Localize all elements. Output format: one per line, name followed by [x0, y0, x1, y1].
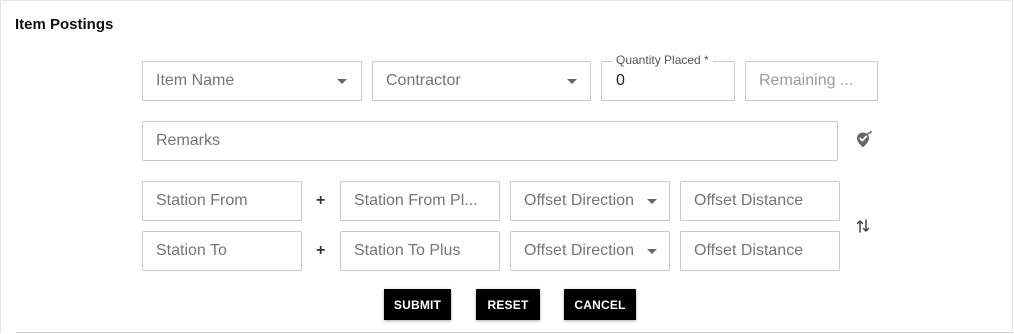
chevron-down-icon: [567, 79, 577, 84]
station-to-input[interactable]: Station To: [142, 231, 302, 271]
station-to-placeholder: Station To: [156, 242, 227, 259]
station-from-plus-input[interactable]: Station From Pl...: [340, 181, 500, 221]
offset-direction-from-placeholder: Offset Direction: [524, 192, 634, 209]
submit-button[interactable]: SUBMIT: [384, 289, 451, 320]
offset-distance-to-placeholder: Offset Distance: [694, 242, 804, 259]
item-name-placeholder: Item Name: [156, 72, 235, 89]
station-from-plus-placeholder: Station From Pl...: [354, 192, 478, 209]
station-to-plus-input[interactable]: Station To Plus: [340, 231, 500, 271]
item-postings-panel: [0, 0, 1013, 333]
quantity-placed-field[interactable]: Quantity Placed * 0: [601, 53, 735, 101]
plus-symbol: +: [316, 192, 326, 209]
remarks-input[interactable]: Remarks: [142, 121, 838, 161]
chevron-down-icon: [647, 199, 657, 204]
plus-symbol: +: [316, 242, 326, 259]
station-from-input[interactable]: Station From: [142, 181, 302, 221]
remarks-placeholder: Remarks: [156, 132, 221, 149]
quantity-placed-label: Quantity Placed *: [612, 53, 713, 67]
contractor-placeholder: Contractor: [386, 72, 461, 89]
offset-direction-from-select[interactable]: Offset Direction: [510, 181, 670, 221]
offset-distance-from-placeholder: Offset Distance: [694, 192, 804, 209]
reset-button[interactable]: RESET: [476, 289, 540, 320]
swap-vertical-icon[interactable]: [855, 218, 871, 234]
station-from-placeholder: Station From: [156, 192, 248, 209]
offset-distance-from-input[interactable]: Offset Distance: [680, 181, 840, 221]
offset-direction-to-select[interactable]: Offset Direction: [510, 231, 670, 271]
panel-title: Item Postings: [15, 16, 114, 33]
quantity-placed-value: 0: [616, 72, 625, 89]
location-check-icon[interactable]: [855, 131, 873, 149]
item-name-select[interactable]: Item Name: [142, 61, 362, 101]
cancel-button[interactable]: CANCEL: [564, 289, 636, 320]
divider: [16, 332, 1013, 333]
contractor-select[interactable]: Contractor: [372, 61, 591, 101]
remaining-placeholder: Remaining ...: [759, 72, 854, 89]
chevron-down-icon: [647, 249, 657, 254]
chevron-down-icon: [337, 79, 347, 84]
remaining-field: Remaining ...: [745, 61, 878, 101]
offset-distance-to-input[interactable]: Offset Distance: [680, 231, 840, 271]
offset-direction-to-placeholder: Offset Direction: [524, 242, 634, 259]
station-to-plus-placeholder: Station To Plus: [354, 242, 461, 259]
